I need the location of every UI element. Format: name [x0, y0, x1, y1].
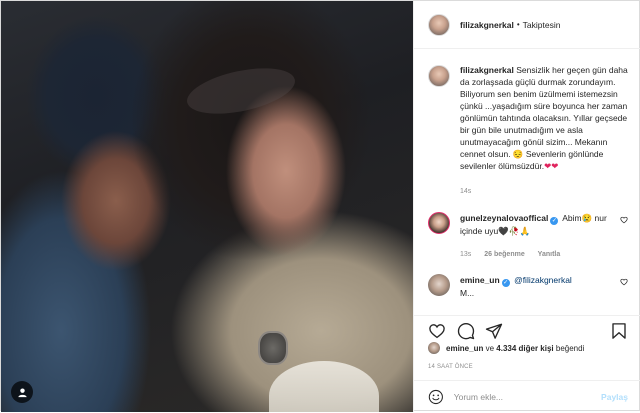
author-username[interactable]: filizakgnerkal [460, 20, 514, 30]
comment-like-heart-icon[interactable] [620, 216, 628, 224]
comments-list[interactable]: filizakgnerkal Sensizlik her geçen gün d… [414, 50, 640, 315]
post-header: filizakgnerkal • Takiptesin [414, 1, 640, 49]
likes-connector: ve [485, 343, 495, 353]
comment-likes[interactable]: 26 beğenme [484, 251, 524, 258]
comment-body: gunelzeynalovaoffical ✓ Abim😢 nur içinde … [460, 212, 628, 261]
comment-mention[interactable]: @filizakgnerkal [514, 275, 572, 285]
post-timestamp[interactable]: 14 SAAT ÖNCE [428, 364, 473, 370]
post-photo[interactable] [1, 1, 413, 412]
comment-meta: 13s 26 beğenme Yanıtla [460, 249, 628, 261]
liker-username[interactable]: emine_un [446, 344, 483, 353]
follow-status[interactable]: Takiptesin [523, 20, 561, 30]
comment-text: M... [460, 288, 475, 298]
heart-icon[interactable] [428, 322, 446, 340]
caption-meta: 14s [460, 186, 628, 198]
photo-detail-watch [258, 331, 288, 365]
likes-summary: emine_un ve 4.334 diğer kişi beğendi [428, 342, 584, 354]
caption-hearts: ❤❤ [544, 161, 559, 171]
caption-username[interactable]: filizakgnerkal [460, 65, 514, 75]
tagged-users-button[interactable] [11, 381, 33, 403]
photo-detail [183, 60, 299, 122]
liker-avatar[interactable] [428, 342, 440, 354]
likes-count[interactable]: 4.334 diğer kişi [496, 344, 553, 353]
commenter-avatar[interactable] [428, 274, 450, 296]
commenter-avatar[interactable] [428, 212, 450, 234]
caption-body: filizakgnerkal Sensizlik her geçen gün d… [460, 64, 628, 198]
comment-item: emine_un ✓ @filizakgnerkal M... [428, 274, 628, 299]
caption-age: 14s [460, 188, 472, 195]
paper-plane-icon[interactable] [485, 322, 503, 340]
header-separator: • [516, 20, 520, 29]
caption-text: Sensizlik her geçen gün daha da zorlaşsa… [460, 65, 628, 171]
bookmark-icon[interactable] [610, 322, 628, 340]
caption-avatar[interactable] [428, 65, 450, 87]
add-comment-bar: Paylaş [414, 380, 640, 413]
photo-detail-cup [269, 361, 379, 412]
post-sidebar: filizakgnerkal • Takiptesin filizakgnerk… [413, 1, 640, 412]
reply-button[interactable]: Yanıtla [538, 251, 561, 258]
likes-suffix: beğendi [555, 343, 585, 353]
verified-badge-icon: ✓ [550, 217, 559, 225]
smile-icon[interactable] [428, 389, 444, 405]
comment-age: 13s [460, 251, 472, 258]
comment-like-heart-icon[interactable] [620, 278, 628, 286]
commenter-username[interactable]: gunelzeynalovaoffical [460, 213, 548, 223]
user-icon [17, 387, 27, 397]
comment-body: emine_un ✓ @filizakgnerkal M... [460, 274, 628, 299]
caption: filizakgnerkal Sensizlik her geçen gün d… [428, 64, 628, 198]
instagram-post: filizakgnerkal • Takiptesin filizakgnerk… [0, 0, 640, 412]
share-comment-button[interactable]: Paylaş [601, 392, 628, 402]
comment-input[interactable] [453, 392, 602, 402]
post-actions: emine_un ve 4.334 diğer kişi beğendi 14 … [414, 315, 640, 412]
verified-badge-icon: ✓ [501, 279, 510, 287]
commenter-username[interactable]: emine_un [460, 275, 500, 285]
comment-item: gunelzeynalovaoffical ✓ Abim😢 nur içinde … [428, 212, 628, 261]
comment-icon[interactable] [457, 322, 475, 340]
author-avatar[interactable] [428, 13, 450, 36]
action-icons [428, 322, 628, 340]
